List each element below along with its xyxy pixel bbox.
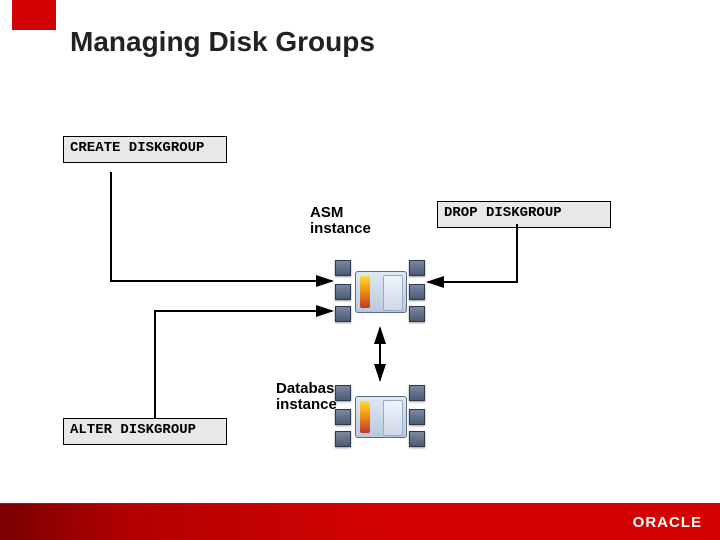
chip-icon xyxy=(409,431,425,447)
chip-icon xyxy=(335,409,351,425)
chip-icon xyxy=(335,306,351,322)
chip-icon xyxy=(409,306,425,322)
chip-icon xyxy=(409,284,425,300)
arrow-alter-to-asm xyxy=(155,311,332,418)
chip-icon xyxy=(335,284,351,300)
chip-icon xyxy=(409,385,425,401)
oracle-logo: ORACLE xyxy=(633,514,702,531)
asm-instance-icon xyxy=(335,260,425,322)
server-body-icon xyxy=(355,271,407,313)
footer-bar xyxy=(0,504,720,540)
chip-icon xyxy=(335,385,351,401)
arrow-drop-to-asm xyxy=(428,224,517,282)
slide: Managing Disk Groups CREATE DISKGROUP AL… xyxy=(0,0,720,540)
server-body-icon xyxy=(355,396,407,438)
chip-icon xyxy=(335,431,351,447)
chip-icon xyxy=(409,260,425,276)
chip-icon xyxy=(409,409,425,425)
arrow-create-to-asm xyxy=(111,172,332,281)
chip-icon xyxy=(335,260,351,276)
db-instance-icon xyxy=(335,385,425,447)
